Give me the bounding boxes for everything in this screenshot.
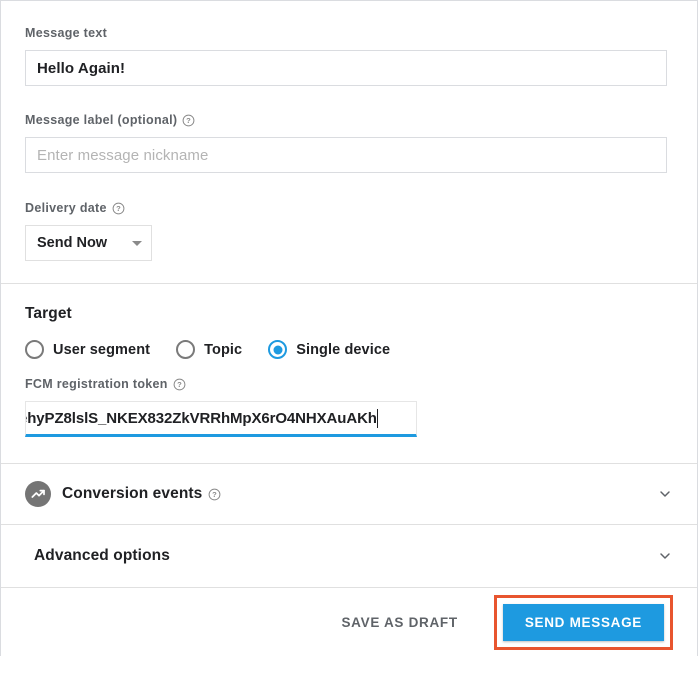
help-icon[interactable]: ? bbox=[112, 202, 125, 215]
chevron-down-icon[interactable] bbox=[657, 486, 673, 502]
delivery-date-label-text: Delivery date bbox=[25, 200, 107, 216]
delivery-date-field-group: Delivery date ? Send Now bbox=[25, 200, 673, 261]
target-radio-label: Topic bbox=[204, 342, 242, 358]
message-label-label-text: Message label (optional) bbox=[25, 112, 177, 128]
delivery-date-label: Delivery date ? bbox=[25, 200, 673, 216]
analytics-trending-up-icon bbox=[25, 481, 51, 507]
conversion-events-title-wrap: Conversion events ? bbox=[62, 485, 221, 503]
target-radio-user-segment[interactable]: User segment bbox=[25, 340, 150, 359]
message-text-field-group: Message text Hello Again! bbox=[25, 25, 673, 86]
radio-icon bbox=[25, 340, 44, 359]
conversion-events-left: Conversion events ? bbox=[25, 481, 221, 507]
message-label-placeholder: Enter message nickname bbox=[37, 147, 208, 164]
help-icon[interactable]: ? bbox=[208, 488, 221, 501]
message-text-value: Hello Again! bbox=[37, 60, 125, 77]
advanced-options-section-header[interactable]: Advanced options bbox=[1, 525, 697, 587]
chevron-down-icon[interactable] bbox=[657, 548, 673, 564]
save-as-draft-button[interactable]: SAVE AS DRAFT bbox=[325, 605, 473, 640]
help-icon[interactable]: ? bbox=[182, 114, 195, 127]
message-label-label: Message label (optional) ? bbox=[25, 112, 673, 128]
fcm-token-field-group: FCM registration token ? ehyPZ8lslS_NKEX… bbox=[25, 376, 673, 437]
send-message-highlight-box: SEND MESSAGE bbox=[494, 595, 673, 650]
svg-text:?: ? bbox=[213, 490, 218, 499]
conversion-events-title: Conversion events bbox=[62, 485, 202, 503]
target-radio-label: User segment bbox=[53, 342, 150, 358]
message-composer-page: Message text Hello Again! Message label … bbox=[0, 0, 698, 684]
message-details-section: Message text Hello Again! Message label … bbox=[1, 1, 697, 283]
message-text-input[interactable]: Hello Again! bbox=[25, 50, 667, 86]
delivery-date-select[interactable]: Send Now bbox=[25, 225, 152, 261]
target-section: Target User segment Topic Single device … bbox=[1, 284, 697, 463]
svg-text:?: ? bbox=[186, 116, 191, 125]
composer-card: Message text Hello Again! Message label … bbox=[0, 0, 698, 656]
fcm-token-label-text: FCM registration token bbox=[25, 376, 168, 392]
advanced-options-title: Advanced options bbox=[34, 547, 170, 565]
fcm-token-input[interactable]: ehyPZ8lslS_NKEX832ZkVRRhMpX6rO4NHXAuAKh bbox=[25, 401, 417, 437]
radio-icon-selected bbox=[268, 340, 287, 359]
message-label-field-group: Message label (optional) ? Enter message… bbox=[25, 112, 673, 173]
target-radio-label: Single device bbox=[296, 342, 390, 358]
footer-actions: SAVE AS DRAFT SEND MESSAGE bbox=[1, 588, 697, 656]
help-icon[interactable]: ? bbox=[173, 378, 186, 391]
radio-icon bbox=[176, 340, 195, 359]
svg-text:?: ? bbox=[177, 380, 182, 389]
delivery-date-selected-value: Send Now bbox=[37, 235, 107, 251]
chevron-down-icon bbox=[132, 241, 142, 246]
target-radio-group: User segment Topic Single device bbox=[25, 340, 673, 359]
fcm-token-value: ehyPZ8lslS_NKEX832ZkVRRhMpX6rO4NHXAuAKh bbox=[25, 410, 377, 427]
advanced-options-left: Advanced options bbox=[25, 547, 170, 565]
target-radio-single-device[interactable]: Single device bbox=[268, 340, 390, 359]
svg-text:?: ? bbox=[116, 204, 121, 213]
message-label-input[interactable]: Enter message nickname bbox=[25, 137, 667, 173]
send-message-button[interactable]: SEND MESSAGE bbox=[503, 604, 664, 641]
text-cursor bbox=[377, 409, 379, 428]
message-text-label: Message text bbox=[25, 25, 673, 41]
target-radio-topic[interactable]: Topic bbox=[176, 340, 242, 359]
fcm-token-label: FCM registration token ? bbox=[25, 376, 673, 392]
message-text-label-text: Message text bbox=[25, 25, 107, 41]
target-title: Target bbox=[25, 305, 673, 323]
advanced-options-title-wrap: Advanced options bbox=[34, 547, 170, 565]
conversion-events-section-header[interactable]: Conversion events ? bbox=[1, 464, 697, 524]
